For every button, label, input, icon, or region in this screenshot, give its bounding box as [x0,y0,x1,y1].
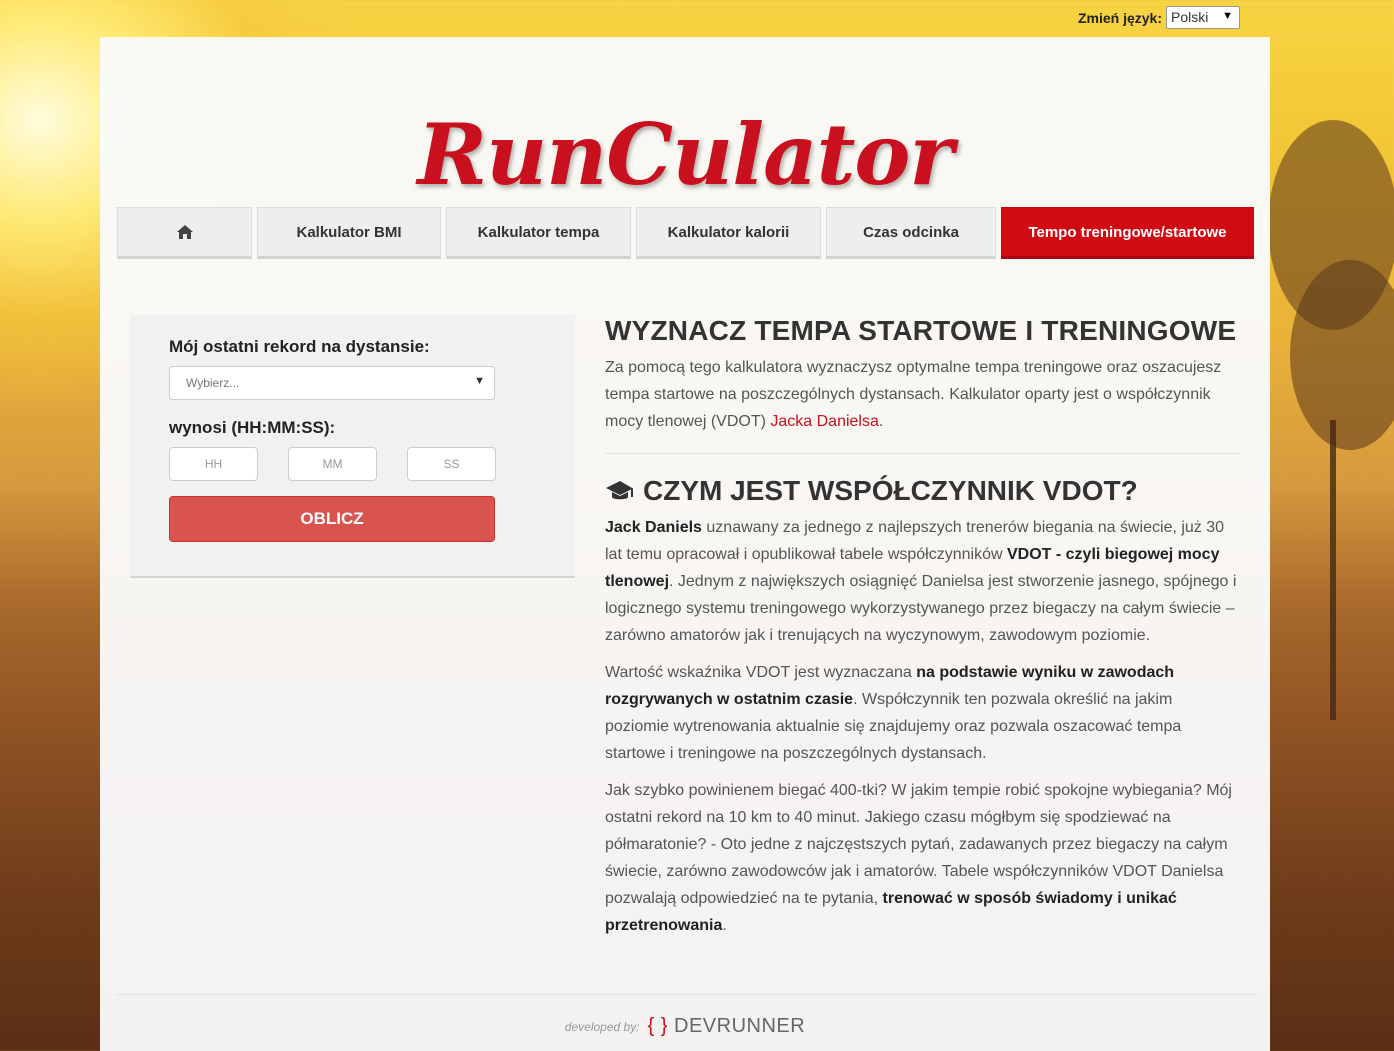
language-selected: Polski [1171,9,1209,25]
footer: developed by: { } DEVRUNNER [100,1015,1270,1038]
chevron-down-icon: ▼ [474,375,485,387]
nav-kalkulator-kalorii[interactable]: Kalkulator kalorii [636,207,821,259]
calculator-form: Mój ostatni rekord na dystansie: Wybierz… [130,315,575,578]
nav-tempo-treningowe[interactable]: Tempo treningowe/startowe [1001,207,1254,259]
distance-select-placeholder: Wybierz... [186,376,240,390]
footer-divider [115,994,1255,995]
time-label: wynosi (HH:MM:SS): [169,418,336,437]
language-switcher: Zmień język: Polski ▼ [1078,6,1240,29]
section-heading: CZYM JEST WSPÓŁCZYNNIK VDOT? [605,472,1240,510]
nav-czas-odcinka[interactable]: Czas odcinka [826,207,996,259]
paragraph-3: Jak szybko powinienem biegać 400-tki? W … [605,782,1232,934]
distance-label: Mój ostatni rekord na dystansie: [169,337,430,356]
content-area: WYZNACZ TEMPA STARTOWE I TRENINGOWE Za p… [605,312,1240,939]
graduation-cap-icon [606,481,633,500]
intro-paragraph: Za pomocą tego kalkulatora wyznaczysz op… [605,359,1222,430]
minutes-input[interactable]: MM [288,447,377,481]
main-panel: RunCulator Kalkulator BMI Kalkulator tem… [100,37,1270,1051]
divider [605,453,1240,454]
language-select[interactable]: Polski ▼ [1166,6,1240,29]
page-title: WYZNACZ TEMPA STARTOWE I TRENINGOWE [605,315,1237,346]
devrunner-logo[interactable]: { } DEVRUNNER [648,1015,806,1038]
seconds-input[interactable]: SS [407,447,496,481]
logo[interactable]: RunCulator [100,105,1270,204]
jack-daniels-link[interactable]: Jacka Danielsa [770,413,879,430]
section-heading-text: CZYM JEST WSPÓŁCZYNNIK VDOT? [643,475,1138,506]
nav-home[interactable] [117,207,252,259]
calculate-button[interactable]: OBLICZ [169,496,495,542]
tree-trunk [1330,420,1336,720]
paragraph-1: Jack Daniels uznawany za jednego z najle… [605,519,1237,644]
language-label: Zmień język: [1077,9,1162,26]
hours-input[interactable]: HH [169,447,258,481]
chevron-down-icon: ▼ [1222,10,1233,22]
developed-by-label: developed by: [564,1019,640,1034]
nav-kalkulator-bmi[interactable]: Kalkulator BMI [257,207,441,259]
nav-kalkulator-tempa[interactable]: Kalkulator tempa [446,207,631,259]
paragraph-2: Wartość wskaźnika VDOT jest wyznaczana n… [605,664,1182,762]
home-icon [176,225,193,239]
main-nav: Kalkulator BMI Kalkulator tempa Kalkulat… [117,207,1254,259]
tree-silhouette [1290,260,1394,450]
distance-select[interactable]: Wybierz... ▼ [169,366,495,400]
